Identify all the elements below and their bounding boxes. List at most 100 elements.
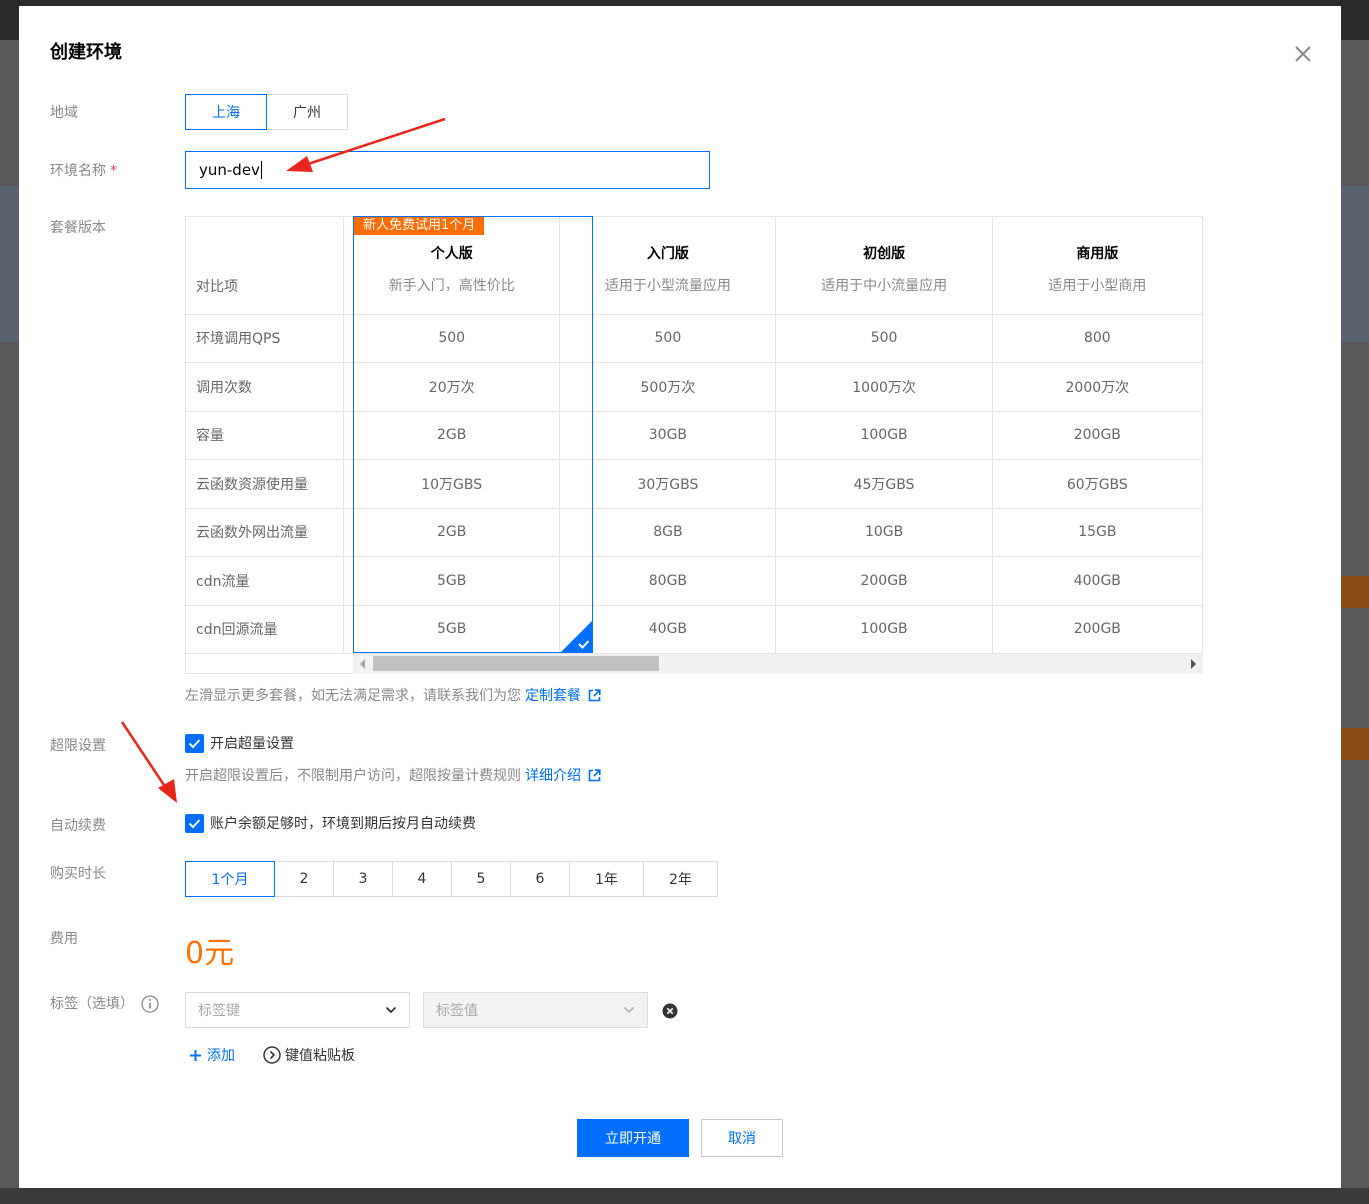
paste-board-label: 键值粘贴板 bbox=[285, 1048, 355, 1064]
plan-cell: 2GB bbox=[343, 508, 561, 557]
plan-cell: 5GB bbox=[343, 605, 561, 654]
plan-cell: 10万GBS bbox=[343, 459, 561, 509]
tags-label: 标签（选填） bbox=[50, 996, 134, 1012]
plan-row-label: 云函数外网出流量 bbox=[186, 508, 345, 557]
plan-table-row: 环境调用QPS 500 500 500 800 bbox=[186, 314, 1203, 363]
overlimit-hint-text: 开启超限设置后，不限制用户访问，超限按量计费规则 bbox=[185, 768, 521, 784]
remove-tag-icon[interactable] bbox=[662, 1003, 678, 1019]
duration-option-2-years[interactable]: 2年 bbox=[643, 861, 718, 897]
plan-cell: 10GB bbox=[775, 508, 993, 557]
region-label: 地域 bbox=[50, 105, 78, 121]
plan-hint-text: 左滑显示更多套餐，如无法满足需求，请联系我们为您 bbox=[185, 688, 521, 704]
duration-option-6[interactable]: 6 bbox=[510, 861, 570, 897]
submit-button[interactable]: 立即开通 bbox=[577, 1119, 689, 1157]
duration-option-1-year[interactable]: 1年 bbox=[569, 861, 644, 897]
fee-amount: 0元 bbox=[185, 936, 235, 971]
tag-value-select: 标签值 bbox=[423, 992, 648, 1028]
plan-cell: 60万GBS bbox=[992, 459, 1203, 509]
plan-cell: 200GB bbox=[992, 605, 1203, 654]
auto-renew-checkbox[interactable] bbox=[185, 813, 204, 833]
chevron-down-icon bbox=[623, 1006, 635, 1014]
plan-cell: 500 bbox=[559, 314, 777, 363]
plan-row-label: 调用次数 bbox=[186, 362, 345, 412]
plan-cell: 800 bbox=[992, 314, 1203, 363]
plan-cell: 15GB bbox=[992, 508, 1203, 557]
plan-row-label: cdn回源流量 bbox=[186, 605, 345, 654]
plan-col-entry[interactable]: 入门版 适用于小型流量应用 bbox=[559, 217, 777, 315]
chevron-down-icon bbox=[385, 1006, 397, 1014]
duration-label: 购买时长 bbox=[50, 866, 106, 882]
plan-cell: 80GB bbox=[559, 556, 777, 606]
env-name-value: yun-dev bbox=[199, 161, 260, 179]
plan-col-commercial[interactable]: 商用版 适用于小型商用 bbox=[992, 217, 1203, 315]
plan-cell: 45万GBS bbox=[775, 459, 993, 509]
region-option-guangzhou[interactable]: 广州 bbox=[266, 94, 348, 130]
plan-cell: 400GB bbox=[992, 556, 1203, 606]
text-caret bbox=[260, 161, 262, 179]
external-link-icon[interactable] bbox=[588, 768, 601, 782]
region-option-shanghai[interactable]: 上海 bbox=[185, 94, 267, 130]
checkmark-icon bbox=[188, 738, 201, 748]
plan-cell: 500 bbox=[775, 314, 993, 363]
plan-label: 套餐版本 bbox=[50, 220, 106, 236]
plan-cell: 500 bbox=[343, 314, 561, 363]
plan-cell: 8GB bbox=[559, 508, 777, 557]
plan-table: 对比项 个人版 新手入门，高性价比 入门版 适用于小型流量应用 初创版 适用于中小流量… bbox=[185, 216, 1203, 674]
close-icon[interactable] bbox=[1291, 42, 1315, 66]
info-icon[interactable] bbox=[141, 995, 159, 1013]
env-name-label: 环境名称 * bbox=[50, 163, 117, 179]
backdrop-buy-button bbox=[1341, 728, 1369, 760]
cancel-button[interactable]: 取消 bbox=[701, 1119, 783, 1157]
plan-cell: 2000万次 bbox=[992, 362, 1203, 412]
plan-table-row: 调用次数 20万次 500万次 1000万次 2000万次 bbox=[186, 362, 1203, 412]
overlimit-label: 超限设置 bbox=[50, 738, 106, 754]
duration-option-5[interactable]: 5 bbox=[451, 861, 511, 897]
plan-cell: 500万次 bbox=[559, 362, 777, 412]
plan-cell: 200GB bbox=[992, 411, 1203, 460]
plan-table-row: cdn回源流量 5GB 40GB 100GB 200GB bbox=[186, 605, 1203, 654]
paste-board-button[interactable]: 键值粘贴板 bbox=[263, 1045, 355, 1065]
plan-cell: 2GB bbox=[343, 411, 561, 460]
plan-row-label: 环境调用QPS bbox=[186, 314, 345, 363]
add-tag-button[interactable]: 添加 bbox=[189, 1045, 235, 1065]
plan-table-row: cdn流量 5GB 80GB 200GB 400GB bbox=[186, 556, 1203, 606]
plan-horizontal-scrollbar[interactable] bbox=[353, 654, 1203, 674]
duration-option-4[interactable]: 4 bbox=[392, 861, 452, 897]
plan-cell: 30万GBS bbox=[559, 459, 777, 509]
duration-option-1-month[interactable]: 1个月 bbox=[185, 861, 275, 897]
plan-cell: 5GB bbox=[343, 556, 561, 606]
plan-row-label: cdn流量 bbox=[186, 556, 345, 606]
auto-renew-checkbox-label: 账户余额足够时，环境到期后按月自动续费 bbox=[210, 816, 476, 832]
plan-header-row: 对比项 个人版 新手入门，高性价比 入门版 适用于小型流量应用 初创版 适用于中小流量… bbox=[186, 217, 1203, 315]
plan-cell: 200GB bbox=[775, 556, 993, 606]
overlimit-checkbox[interactable] bbox=[185, 733, 204, 753]
plan-cell: 20万次 bbox=[343, 362, 561, 412]
scroll-thumb[interactable] bbox=[373, 656, 659, 671]
tag-value-placeholder: 标签值 bbox=[436, 1003, 478, 1019]
plan-table-row: 容量 2GB 30GB 100GB 200GB bbox=[186, 411, 1203, 460]
plan-cell: 100GB bbox=[775, 605, 993, 654]
plus-icon bbox=[190, 1049, 201, 1061]
dialog-title: 创建环境 bbox=[50, 42, 122, 63]
env-name-input[interactable]: yun-dev bbox=[185, 151, 710, 189]
paste-board-icon bbox=[263, 1046, 281, 1064]
scroll-right-arrow-icon[interactable] bbox=[1191, 659, 1196, 669]
auto-renew-checkbox-row[interactable]: 账户余额足够时，环境到期后按月自动续费 bbox=[185, 813, 476, 833]
duration-option-2[interactable]: 2 bbox=[274, 861, 334, 897]
external-link-icon[interactable] bbox=[588, 688, 601, 702]
overlimit-checkbox-row[interactable]: 开启超量设置 bbox=[185, 733, 294, 753]
plan-col-startup[interactable]: 初创版 适用于中小流量应用 bbox=[775, 217, 993, 315]
custom-plan-link[interactable]: 定制套餐 bbox=[525, 685, 581, 705]
plan-cell: 1000万次 bbox=[775, 362, 993, 412]
tag-key-select[interactable]: 标签键 bbox=[185, 992, 410, 1028]
add-tag-label: 添加 bbox=[207, 1048, 235, 1064]
plan-compare-header: 对比项 bbox=[186, 217, 345, 315]
plan-hint: 左滑显示更多套餐，如无法满足需求，请联系我们为您 定制套餐 bbox=[185, 685, 601, 705]
plan-table-row: 云函数外网出流量 2GB 8GB 10GB 15GB bbox=[186, 508, 1203, 557]
region-selector: 上海 广州 bbox=[185, 94, 348, 130]
scroll-left-arrow-icon[interactable] bbox=[360, 659, 365, 669]
details-link[interactable]: 详细介绍 bbox=[525, 765, 581, 785]
duration-option-3[interactable]: 3 bbox=[333, 861, 393, 897]
duration-selector: 1个月 2 3 4 5 6 1年 2年 bbox=[185, 861, 718, 897]
backdrop-footer bbox=[0, 1188, 1369, 1204]
